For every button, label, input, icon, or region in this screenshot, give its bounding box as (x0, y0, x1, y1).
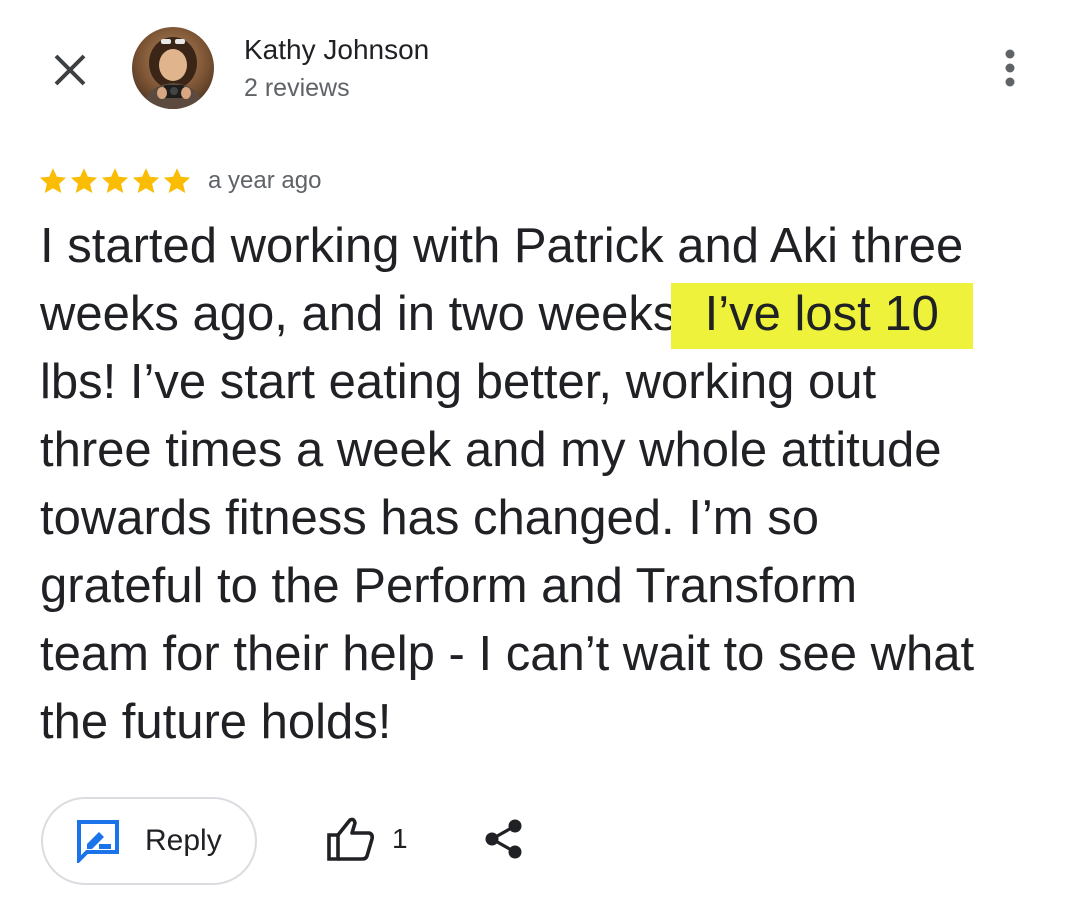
thumb-up-icon (327, 817, 374, 861)
review-date: a year ago (208, 167, 322, 194)
reply-label: Reply (145, 824, 222, 857)
author-name[interactable]: Kathy Johnson (244, 34, 429, 66)
star-icon (163, 168, 191, 193)
author-review-count: 2 reviews (244, 74, 350, 102)
rate-review-icon (77, 820, 119, 863)
highlighted-text: I’ve lost 10 (670, 283, 973, 349)
review-line: I started working with Patrick and Aki t… (40, 219, 964, 273)
avatar-image (132, 27, 214, 109)
review-line: three times a week and my whole attitude (40, 423, 942, 477)
star-icon (39, 168, 67, 193)
avatar[interactable] (132, 27, 214, 109)
like-count: 1 (392, 823, 408, 854)
rating-row: a year ago (38, 164, 321, 198)
star-icon (101, 168, 129, 193)
share-icon (485, 819, 522, 859)
review-line: team for their help - I can’t wait to se… (40, 627, 975, 681)
more-options-button[interactable] (986, 42, 1034, 94)
close-icon (54, 54, 86, 86)
star-icon (70, 168, 98, 193)
star-rating (38, 166, 192, 196)
close-button[interactable] (46, 46, 94, 94)
share-button[interactable] (478, 813, 530, 865)
review-line: the future holds! (40, 695, 392, 749)
review-line: weeks ago, and in two weeks, I’ve lost 1… (40, 280, 1050, 349)
review-line-text: weeks ago, and in two weeks, (40, 287, 691, 341)
star-icon (132, 168, 160, 193)
like-button[interactable]: 1 (322, 812, 408, 866)
review-line: towards fitness has changed. I’m so (40, 491, 819, 545)
more-vert-icon (1005, 49, 1015, 87)
review-line: lbs! I’ve start eating better, working o… (40, 355, 877, 409)
reply-button[interactable]: Reply (41, 797, 257, 885)
review-line: grateful to the Perform and Transform (40, 559, 858, 613)
review-text: I started working with Patrick and Aki t… (40, 212, 1050, 756)
